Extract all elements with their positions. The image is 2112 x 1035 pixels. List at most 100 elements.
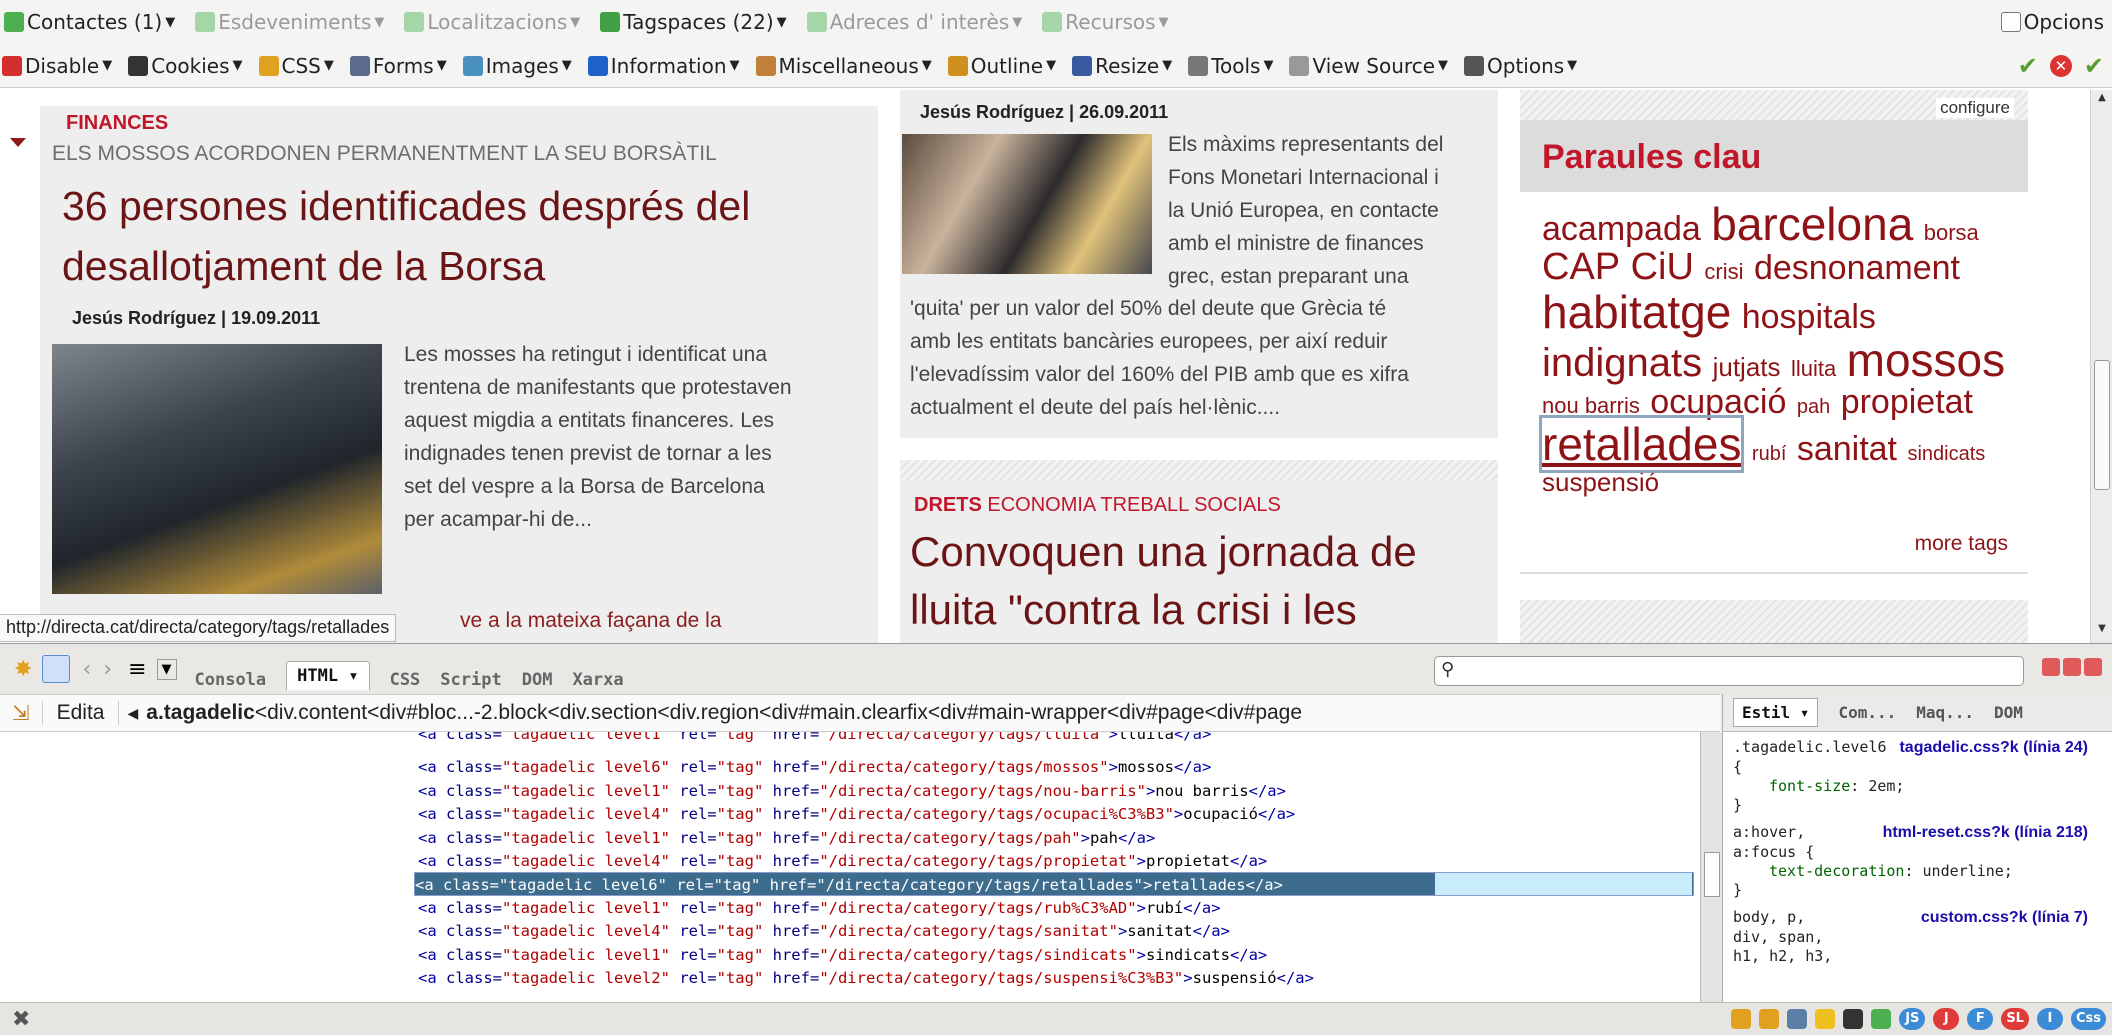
article-title-line1[interactable]: 36 persones identificades després del — [62, 176, 750, 236]
breadcrumb-item[interactable]: div#page — [1217, 701, 1302, 725]
webdev-menu-8[interactable]: Resize ▼ — [1072, 54, 1172, 78]
tag-acampada[interactable]: acampada — [1542, 210, 1701, 248]
breadcrumb-item[interactable]: div#page — [1119, 701, 1204, 725]
css-source-link[interactable]: html-reset.css?k (línia 218) — [1883, 823, 2088, 842]
side-tab-2[interactable]: Maq... — [1916, 703, 1974, 722]
scroll-up-icon[interactable]: ▲ — [2091, 92, 2112, 110]
tag-ocupació[interactable]: ocupació — [1650, 383, 1786, 421]
status-tool-icon[interactable] — [1731, 1009, 1752, 1029]
status-tool-icon[interactable] — [1871, 1009, 1892, 1029]
webdev-menu-7[interactable]: Outline ▼ — [947, 54, 1056, 78]
breadcrumb-item[interactable]: div.region — [670, 701, 760, 725]
webdev-menu-9[interactable]: Tools ▼ — [1188, 54, 1273, 78]
menu-icon[interactable]: ≡ — [128, 657, 146, 682]
validate-check-icon[interactable]: ✔ — [2018, 52, 2038, 80]
bookmark-menu-0[interactable]: Contactes (1) ▼ — [4, 10, 175, 34]
css-source-link[interactable]: custom.css?k (línia 7) — [1921, 908, 2088, 927]
addon-badge-i[interactable]: I — [2036, 1008, 2063, 1030]
tag-sanitat[interactable]: sanitat — [1797, 430, 1897, 468]
side-tab-0[interactable]: Estil ▾ — [1733, 698, 1819, 727]
options-button[interactable]: Opcions — [2000, 10, 2104, 34]
addon-badge-j[interactable]: J — [1933, 1008, 1960, 1030]
inspect-icon[interactable] — [42, 655, 71, 683]
tag-indignats[interactable]: indignats — [1542, 341, 1702, 385]
tag-habitatge[interactable]: habitatge — [1542, 286, 1731, 338]
tag-borsa[interactable]: borsa — [1924, 220, 1979, 245]
crumb-scroll-left-icon[interactable]: ◀ — [127, 705, 138, 722]
webdev-menu-0[interactable]: Disable ▼ — [2, 54, 112, 78]
css-value[interactable]: underline; — [1923, 862, 2013, 880]
html-node-line[interactable]: <a class="tagadelic level1" rel="tag" hr… — [418, 779, 1286, 803]
tag-crisi[interactable]: crisi — [1704, 259, 1743, 284]
bookmark-menu-5[interactable]: Recursos ▼ — [1042, 10, 1169, 34]
edit-button[interactable]: Edita — [41, 701, 120, 725]
html-node-line[interactable]: <a class="tagadelic level1" rel="tag" hr… — [418, 732, 1211, 746]
error-icon[interactable]: ✕ — [2049, 54, 2072, 77]
tag-CiU[interactable]: CiU — [1631, 246, 1694, 288]
collapse-arrow-icon[interactable] — [10, 138, 26, 147]
tag-CAP[interactable]: CAP — [1542, 246, 1620, 288]
addon-badge-js[interactable]: JS — [1899, 1008, 1926, 1030]
close-firebug-icon[interactable]: ✖ — [12, 1007, 30, 1032]
firebug-icon[interactable]: ✸ — [14, 657, 32, 682]
html-node-line[interactable]: <a class="tagadelic level1" rel="tag" hr… — [418, 943, 1267, 967]
status-tool-icon[interactable] — [1787, 1009, 1808, 1029]
webdev-menu-2[interactable]: CSS ▼ — [258, 54, 334, 78]
article3-title-line1[interactable]: Convoquen una jornada de — [910, 522, 1417, 582]
tab-dom[interactable]: DOM — [522, 670, 553, 690]
article2-photo[interactable] — [902, 134, 1152, 274]
more-tags-link[interactable]: more tags — [1915, 532, 2008, 556]
html-node-line[interactable]: <a class="tagadelic level4" rel="tag" hr… — [418, 849, 1267, 873]
article3-title-line2[interactable]: lluita "contra la crisi i les — [910, 580, 1357, 640]
webdev-menu-1[interactable]: Cookies ▼ — [128, 54, 243, 78]
webdev-menu-4[interactable]: Images ▼ — [462, 54, 572, 78]
html-node-line[interactable]: <a class="tagadelic level1" rel="tag" hr… — [418, 826, 1155, 850]
firebug-search-input[interactable]: ⚲ — [1434, 656, 2024, 686]
tab-css[interactable]: CSS — [390, 670, 421, 690]
breadcrumb-item[interactable]: a.tagadelic — [146, 701, 255, 725]
addon-badge-css[interactable]: Css — [2070, 1008, 2106, 1030]
close-icon[interactable] — [2084, 658, 2102, 676]
html-node-line[interactable]: <a class="tagadelic level4" rel="tag" hr… — [418, 802, 1295, 826]
detach-icon[interactable] — [2063, 658, 2081, 676]
tag-desnonament[interactable]: desnonament — [1754, 249, 1960, 287]
bookmark-menu-3[interactable]: Tagspaces (22) ▼ — [600, 10, 787, 34]
html-node-line[interactable]: <a class="tagadelic level2" rel="tag" hr… — [418, 966, 1314, 990]
forward-icon[interactable]: › — [103, 657, 112, 682]
tag-sindicats[interactable]: sindicats — [1907, 443, 1985, 465]
html-node-line[interactable]: <a class="tagadelic level4" rel="tag" hr… — [418, 919, 1230, 943]
css-value[interactable]: 2em; — [1868, 777, 1904, 795]
article-category[interactable]: FINANCES — [66, 112, 168, 135]
back-icon[interactable]: ‹ — [82, 657, 91, 682]
breadcrumb-item[interactable]: div#main.clearfix — [771, 701, 927, 725]
html-node-line[interactable]: <a class="tagadelic level1" rel="tag" hr… — [418, 896, 1221, 920]
bookmark-menu-4[interactable]: Adreces d' interès ▼ — [806, 10, 1022, 34]
article-title-line2[interactable]: desallotjament de la Borsa — [62, 236, 545, 296]
tag-retallades[interactable]: retallades — [1538, 415, 1745, 474]
html-node-line[interactable]: <a class="tagadelic level6" rel="tag" hr… — [414, 872, 1694, 897]
breadcrumb-item[interactable]: div#bloc...-2.block — [379, 701, 547, 725]
tag-lluita[interactable]: lluita — [1791, 356, 1836, 381]
status-tool-icon[interactable] — [1843, 1009, 1864, 1029]
side-tab-1[interactable]: Com... — [1838, 703, 1896, 722]
tab-xarxa[interactable]: Xarxa — [572, 670, 623, 690]
breadcrumb-item[interactable]: div.section — [560, 701, 658, 725]
css-property[interactable]: text-decoration — [1769, 862, 1904, 880]
status-tool-icon[interactable] — [1815, 1009, 1836, 1029]
webdev-menu-3[interactable]: Forms ▼ — [349, 54, 447, 78]
tag-propietat[interactable]: propietat — [1841, 383, 1973, 421]
related-link[interactable]: ve a la mateixa façana de la — [460, 604, 722, 637]
css-property[interactable]: font-size — [1769, 777, 1850, 795]
bookmark-menu-1[interactable]: Esdeveniments ▼ — [195, 10, 384, 34]
article-photo[interactable] — [52, 344, 382, 594]
tag-mossos[interactable]: mossos — [1847, 334, 2005, 386]
breadcrumb-item[interactable]: div#main-wrapper — [940, 701, 1107, 725]
webdev-menu-6[interactable]: Miscellaneous ▼ — [755, 54, 932, 78]
tag-hospitals[interactable]: hospitals — [1742, 298, 1876, 336]
tag-jutjats[interactable]: jutjats — [1713, 352, 1781, 382]
panel-menu-icon[interactable]: ▼ — [156, 658, 177, 680]
html-source-view[interactable]: <a class="tagadelic level1" rel="tag" hr… — [0, 732, 1700, 1002]
webdev-menu-10[interactable]: View Source ▼ — [1289, 54, 1448, 78]
breadcrumb-item[interactable]: div.content — [267, 701, 367, 725]
expand-icon[interactable]: ⇲ — [12, 701, 30, 726]
